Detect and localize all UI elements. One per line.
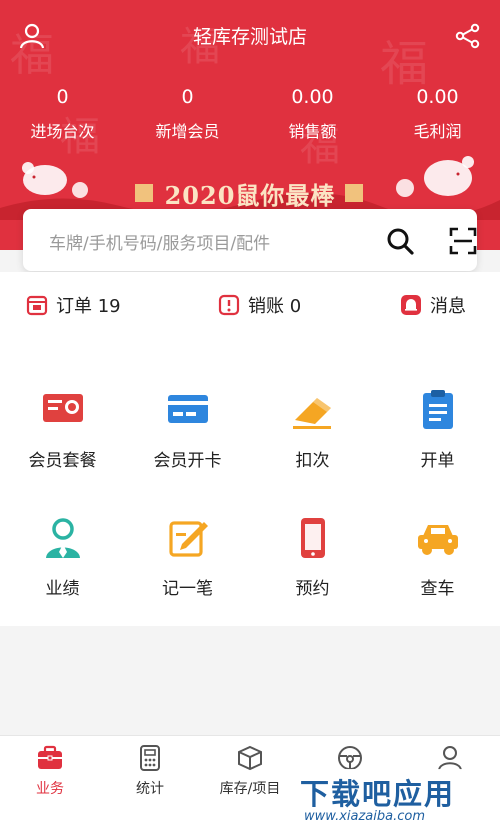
tab-business[interactable]: 业务 xyxy=(0,744,100,798)
car-icon xyxy=(417,525,458,555)
watermark: 下载吧应用 www.xiazaiba.com xyxy=(296,769,496,829)
search-bar[interactable]: 车牌/手机号码/服务项目/配件 xyxy=(23,209,477,271)
grid-label: 预约 xyxy=(295,579,330,599)
messages-link[interactable]: 消息 xyxy=(400,292,466,318)
card-icon xyxy=(167,395,208,423)
calculator-icon xyxy=(140,745,160,771)
stat-value: 0.00 xyxy=(416,86,459,108)
grid-label: 记一笔 xyxy=(162,579,213,599)
member-package-button[interactable]: 会员套餐 xyxy=(0,386,125,471)
phone-icon xyxy=(300,518,325,558)
stat-value: 0 xyxy=(181,86,194,108)
search-icon[interactable] xyxy=(385,226,415,256)
grid-label: 开单 xyxy=(420,451,455,471)
eraser-icon xyxy=(292,398,331,429)
stats-row: 0 进场台次 0 新增会员 0.00 销售额 0.00 毛利润 xyxy=(0,86,500,142)
orders-label: 订单 19 xyxy=(56,296,121,317)
record-button[interactable]: 记一笔 xyxy=(125,514,250,599)
stat-gross-profit[interactable]: 0.00 毛利润 xyxy=(375,86,500,142)
share-icon[interactable] xyxy=(454,22,482,50)
orders-link[interactable]: 订单 19 xyxy=(26,292,121,318)
stat-value: 0.00 xyxy=(291,86,334,108)
search-input[interactable]: 车牌/手机号码/服务项目/配件 xyxy=(49,229,270,254)
tab-bar: 业务 统计 库存/项目 下载吧应用 www.xiazaiba.com xyxy=(0,735,500,833)
calendar-icon xyxy=(26,295,48,316)
check-car-button[interactable]: 查车 xyxy=(375,514,500,599)
stat-label: 销售额 xyxy=(288,122,337,141)
certificate-icon xyxy=(42,394,83,422)
person-icon xyxy=(45,518,80,558)
deduct-button[interactable]: 扣次 xyxy=(250,386,375,471)
performance-button[interactable]: 业绩 xyxy=(0,514,125,599)
box-icon xyxy=(238,745,262,771)
note-icon xyxy=(168,521,208,557)
grid-label: 会员开卡 xyxy=(153,451,222,471)
stat-label: 进场台次 xyxy=(30,122,95,141)
appointment-button[interactable]: 预约 xyxy=(250,514,375,599)
stat-label: 毛利润 xyxy=(413,122,462,141)
grid-label: 扣次 xyxy=(295,451,330,471)
mouse-left-icon xyxy=(22,162,67,195)
tab-statistics[interactable]: 统计 xyxy=(100,744,200,798)
mouse-right-icon xyxy=(424,156,474,196)
messages-label: 消息 xyxy=(430,296,466,317)
tab-inventory[interactable]: 库存/项目 xyxy=(200,744,300,798)
stat-entries[interactable]: 0 进场台次 xyxy=(0,86,125,142)
watermark-brand: 下载吧应用 xyxy=(300,777,456,811)
stat-value: 0 xyxy=(56,86,69,108)
watermark-url: www.xiazaiba.com xyxy=(304,809,425,824)
stat-sales[interactable]: 0.00 销售额 xyxy=(250,86,375,142)
open-order-button[interactable]: 开单 xyxy=(375,386,500,471)
briefcase-icon xyxy=(38,745,62,769)
steering-wheel-icon xyxy=(338,746,362,770)
tab-label: 业务 xyxy=(36,781,64,797)
member-card-button[interactable]: 会员开卡 xyxy=(125,386,250,471)
clipboard-icon xyxy=(422,390,453,429)
feature-grid: 会员套餐 会员开卡 扣次 开单 业绩 记一笔 预约 查车 xyxy=(0,334,500,626)
store-title: 轻库存测试店 xyxy=(192,26,307,48)
tab-label: 统计 xyxy=(136,781,164,797)
tab-label: 库存/项目 xyxy=(219,781,281,797)
write-off-link[interactable]: 销账 0 xyxy=(218,292,301,318)
bell-icon xyxy=(401,295,421,315)
scan-icon[interactable] xyxy=(448,226,478,256)
stat-label: 新增会员 xyxy=(155,122,220,141)
grid-label: 查车 xyxy=(420,579,455,599)
grid-label: 会员套餐 xyxy=(28,451,97,471)
profile-icon xyxy=(438,746,462,771)
stat-new-members[interactable]: 0 新增会员 xyxy=(125,86,250,142)
banner-text: 2020鼠你最棒 xyxy=(164,181,336,210)
grid-label: 业绩 xyxy=(45,579,80,599)
quick-bar: 订单 19 销账 0 消息 xyxy=(0,272,500,334)
alert-icon xyxy=(218,294,240,316)
write-off-label: 销账 0 xyxy=(248,296,302,317)
